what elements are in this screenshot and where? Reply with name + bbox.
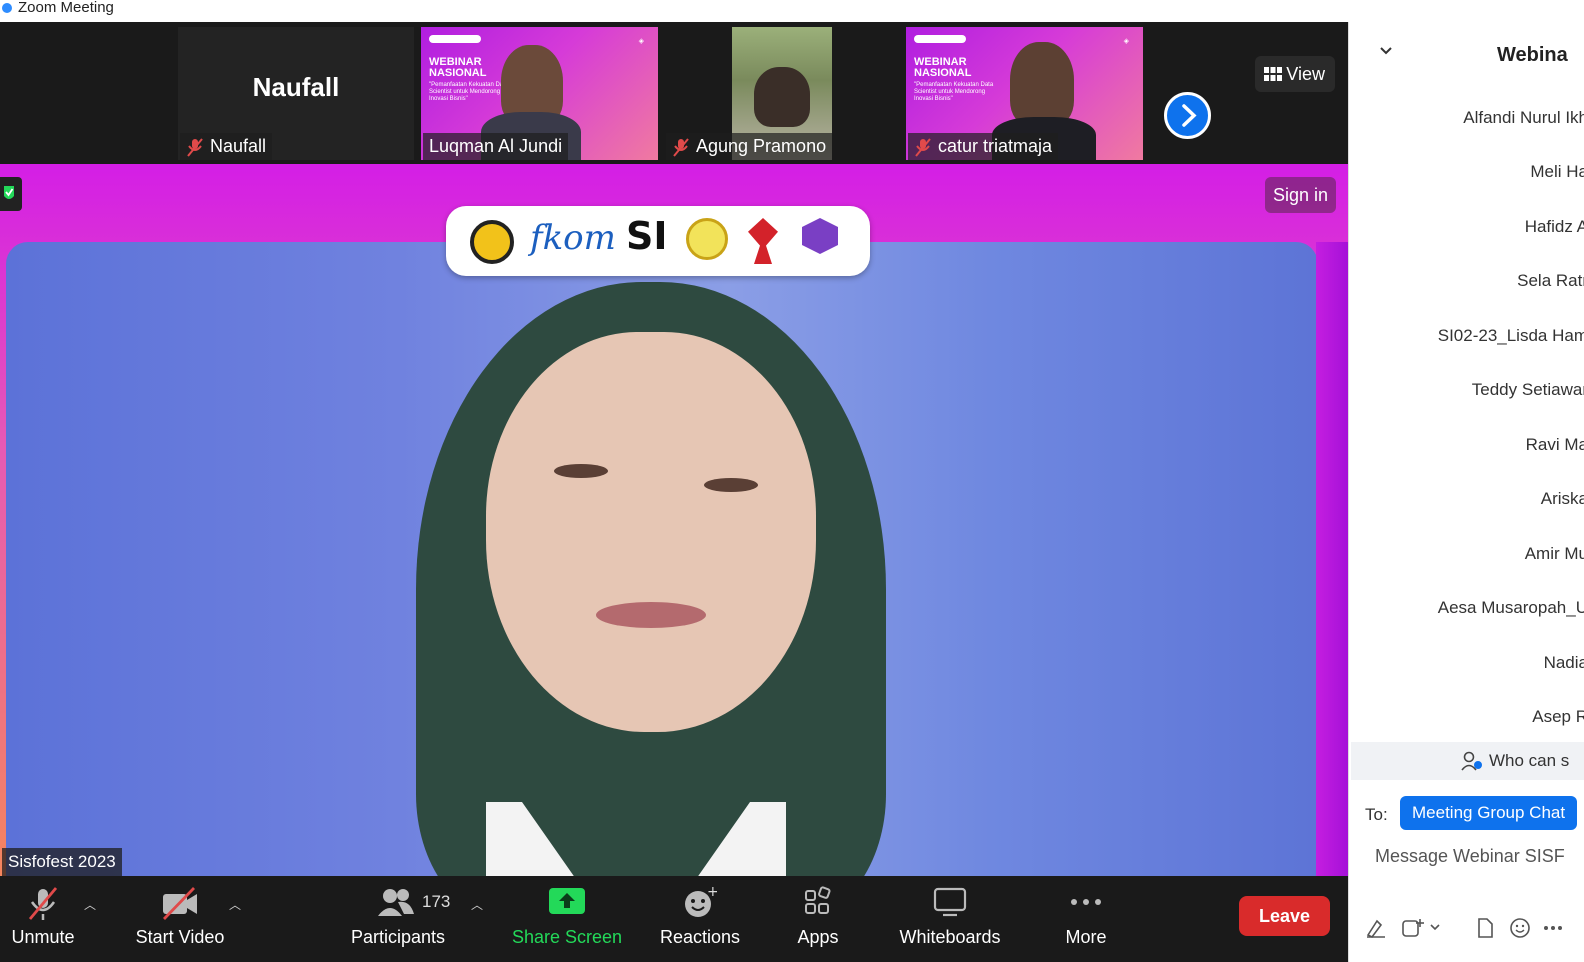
slide-edge [1316,242,1348,876]
attendee-item[interactable]: Ravi Ma [1526,435,1584,455]
tile-display-name: Naufall [252,72,340,102]
gallery-tile-catur[interactable]: ◈ WEBINAR NASIONAL "Pemanfaatan Kekuatan… [906,27,1143,160]
video-off-icon [162,887,197,920]
file-icon[interactable] [1475,917,1495,939]
screenshot-icon[interactable] [1401,917,1425,939]
more-button[interactable]: More [1050,876,1122,962]
participants-count: 173 [422,892,451,911]
apps-icon [805,886,831,914]
share-screen-button[interactable]: Share Screen [510,876,624,962]
grid-view-icon [1264,67,1282,81]
more-dots-icon [1071,899,1101,905]
speaker-name-label: Sisfofest 2023 [2,848,122,876]
video-options-caret-icon[interactable]: ︿ [229,896,241,913]
slide-title: WEBINAR NASIONAL [914,56,972,79]
recipient-select[interactable]: Meeting Group Chat [1400,796,1578,830]
window-titlebar: Zoom Meeting [0,0,1584,22]
to-label: To: [1365,805,1388,824]
university-seal-icon [470,220,514,264]
panel-title: Webina [1497,44,1568,66]
attendee-item[interactable]: Teddy Setiawar [1472,380,1584,400]
meeting-toolbar: Unmute ︿ Start Video ︿ 173 Participants … [0,876,1348,962]
attendee-item[interactable]: Amir Mu [1525,544,1584,564]
svg-text:+: + [707,886,717,900]
view-button[interactable]: View [1255,56,1335,92]
encryption-shield-icon[interactable] [0,177,22,211]
gallery-strip: Naufall Naufall ◈ WEBINAR NASIONAL "Pema… [0,22,1348,164]
speaker-face [486,332,816,732]
mic-muted-icon [915,138,931,157]
chevron-down-icon[interactable] [1429,923,1441,931]
sign-in-button[interactable]: Sign in [1265,177,1336,213]
sponsor-logo-bar: fkom SI [446,206,870,276]
tile-name-label: Naufall [180,133,273,160]
fkom-logo: fkom [530,218,616,258]
slide-brand-icon: ◈ [1123,38,1129,45]
start-video-button[interactable]: Start Video [128,876,232,962]
si-logo: SI [626,214,668,258]
audio-options-caret-icon[interactable]: ︿ [84,896,96,913]
speaker-lips [596,602,706,628]
tile-name-label: catur triatmaja [908,133,1059,160]
gallery-tile-luqman[interactable]: ◈ WEBINAR NASIONAL "Pemanfaatan Kekuatan… [421,27,658,160]
tile-name-label: Agung Pramono [666,133,833,160]
attendee-item[interactable]: Hafidz A [1525,217,1584,237]
eagle-logo-icon [748,218,778,264]
slide-subtitle: "Pemanfaatan Kekuatan Data Scientist unt… [914,82,994,102]
participant-video [1010,42,1074,126]
apps-button[interactable]: Apps [784,876,852,962]
attendee-item[interactable]: Asep R [1532,707,1584,727]
unmute-button[interactable]: Unmute [0,876,86,962]
message-input[interactable]: Message Webinar SISF [1375,846,1565,867]
participants-button[interactable]: 173 Participants [346,876,450,962]
window-title: Zoom Meeting [18,0,114,16]
slide-badge [914,35,966,43]
user-visibility-icon [1461,751,1482,771]
emoji-reaction-icon: + [685,886,717,917]
attendee-item[interactable]: SI02-23_Lisda Ham [1438,326,1584,346]
zoom-logo-icon [2,3,12,13]
participant-head [754,67,810,127]
mic-muted-icon [28,887,58,920]
attendee-item[interactable]: Sela Ratr [1517,271,1584,291]
slide-brand-icon: ◈ [638,38,644,45]
gallery-next-button[interactable] [1164,92,1211,139]
attendee-item[interactable]: Aesa Musaropah_U [1438,598,1584,618]
participants-options-caret-icon[interactable]: ︿ [471,896,483,913]
whiteboards-button[interactable]: Whiteboards [894,876,1006,962]
attendee-item[interactable]: Nadia [1544,653,1584,673]
speaker-eye-right [704,478,758,492]
reactions-button[interactable]: + Reactions [656,876,744,962]
chevron-right-icon [1182,104,1197,127]
gallery-tile-agung[interactable]: Agung Pramono [664,27,901,160]
attendee-item[interactable]: Ariska [1541,489,1584,509]
slide-title: WEBINAR NASIONAL [429,56,487,79]
tile-name-label: Luqman Al Jundi [423,133,569,160]
share-screen-icon [549,888,585,914]
whiteboard-icon [933,887,967,917]
slide-badge [429,35,481,43]
sisfo-fest-logo-icon [802,218,838,254]
emoji-icon[interactable] [1509,917,1531,939]
participants-icon [378,889,414,916]
video-background-frame [6,242,1318,876]
attendee-item[interactable]: Alfandi Nurul Ikh [1463,108,1584,128]
format-text-icon[interactable] [1365,917,1387,939]
mic-muted-icon [187,138,203,157]
more-dots-icon[interactable] [1543,925,1563,931]
webinar-chat-panel: Webina Alfandi Nurul Ikh Meli Ha Hafidz … [1348,22,1584,962]
speaker-eye-left [554,464,608,478]
shield-check-icon [4,186,14,199]
emblem-icon [686,218,728,260]
mic-muted-icon [673,138,689,157]
chevron-down-icon[interactable] [1379,46,1393,56]
gallery-tile-naufall[interactable]: Naufall Naufall [178,27,414,160]
attendee-item[interactable]: Meli Ha [1530,162,1584,182]
who-can-see-row[interactable]: Who can s [1351,742,1584,780]
leave-button[interactable]: Leave [1239,896,1330,936]
